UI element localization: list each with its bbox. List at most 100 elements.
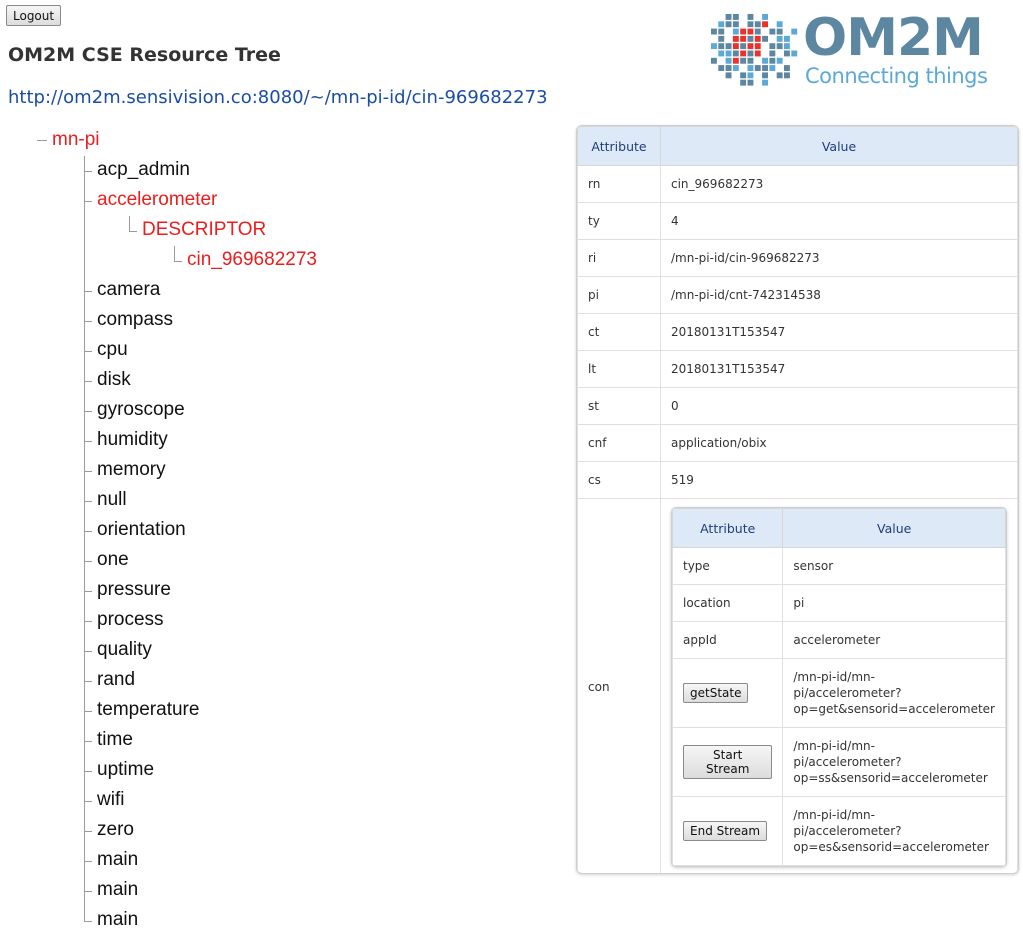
tree-connector	[84, 531, 92, 532]
con-attribute-row: type sensor	[672, 547, 1006, 585]
tree-node-null[interactable]: null	[97, 488, 127, 512]
tree-root-node[interactable]: mn-pi	[52, 128, 100, 152]
logo-pixel	[754, 21, 761, 28]
tree-node-compass[interactable]: compass	[97, 308, 173, 332]
tree-connector	[84, 741, 92, 742]
logo-pixel	[732, 28, 739, 35]
logo-pixel	[725, 57, 732, 64]
operation-url-line: /mn-pi-id/mn-	[793, 670, 875, 684]
logo-pixel	[740, 57, 747, 64]
tree-connector	[84, 201, 92, 202]
tree-connector	[84, 321, 92, 322]
logo-pixel	[769, 50, 776, 57]
attribute-value: /mn-pi-id/cin-969682273	[660, 239, 1018, 277]
tree-node-uptime[interactable]: uptime	[97, 758, 154, 782]
logo-pixel	[711, 28, 717, 35]
tree-connector	[84, 711, 92, 712]
operation-url-line: op=get&sensorid=accelerometer	[793, 702, 995, 716]
tree-node-temperature[interactable]: temperature	[97, 698, 199, 722]
attribute-table: Attribute Value rn cin_969682273 ty 4 ri/mn-…	[577, 126, 1018, 873]
attribute-name: type	[672, 547, 784, 585]
logo-pixel	[725, 72, 732, 79]
attribute-name: location	[672, 584, 784, 622]
tree-connector	[84, 351, 92, 352]
tree-node-main[interactable]: main	[97, 878, 138, 902]
tree-connector	[84, 591, 92, 592]
logo-pixel	[776, 35, 783, 42]
tree-node-zero[interactable]: zero	[97, 818, 134, 842]
tree-node-camera[interactable]: camera	[97, 278, 160, 302]
tree-node-orientation[interactable]: orientation	[97, 518, 186, 542]
logo-pixel	[784, 50, 790, 57]
tree-node-gyroscope[interactable]: gyroscope	[97, 398, 185, 422]
logo-pixel	[740, 35, 747, 42]
operation-button-cell: Start Stream	[672, 727, 784, 797]
logo-pixel	[791, 28, 798, 35]
logo-pixel	[769, 43, 776, 50]
logo-pixel	[732, 65, 739, 71]
tree-connector	[84, 471, 92, 472]
operation-row: getState/mn-pi-id/mn-pi/accelerometer? op…	[672, 658, 1006, 728]
logo-pixel	[747, 72, 754, 79]
attribute-row: cnf application/obix	[577, 424, 1018, 462]
logo-pixel	[747, 50, 754, 57]
tree-node-accelerometer[interactable]: accelerometer	[97, 188, 217, 212]
attribute-value: 20180131T153547	[660, 313, 1018, 351]
tree-node-disk[interactable]: disk	[97, 368, 131, 392]
logo-pixel	[784, 72, 790, 79]
tree-node-one[interactable]: one	[97, 548, 129, 572]
tree-node-wifi[interactable]: wifi	[97, 788, 124, 812]
start-stream-button[interactable]: Start Stream	[683, 745, 773, 779]
attribute-value: cin_969682273	[660, 165, 1018, 203]
tree-connector	[84, 441, 92, 442]
tree-node-quality[interactable]: quality	[97, 638, 152, 662]
attribute-value: 4	[660, 202, 1018, 240]
tree-node-humidity[interactable]: humidity	[97, 428, 168, 452]
logout-button[interactable]: Logout	[6, 5, 62, 26]
tree-connector	[84, 831, 92, 832]
tree-node-rand[interactable]: rand	[97, 668, 135, 692]
attribute-row: lt 20180131T153547	[577, 350, 1018, 388]
operation-url-line: /mn-pi-id/mn-	[793, 739, 875, 753]
attribute-row: pi/mn-pi-id/cnt-742314538	[577, 276, 1018, 314]
attribute-value: application/obix	[660, 424, 1018, 462]
tree-node-descriptor[interactable]: DESCRIPTOR	[142, 218, 266, 242]
operation-url-line: /mn-pi-id/mn-	[793, 808, 875, 822]
operation-url: /mn-pi-id/mn-pi/accelerometer? op=es&sens…	[782, 796, 1006, 866]
tree-connector	[84, 921, 92, 922]
tree-node-memory[interactable]: memory	[97, 458, 166, 482]
tree-connector	[37, 140, 47, 141]
tree-node-pressure[interactable]: pressure	[97, 578, 171, 602]
logo-pixel	[762, 14, 768, 20]
logo-pixel	[776, 21, 783, 28]
getstate-button[interactable]: getState	[683, 683, 749, 703]
tree-connector	[84, 891, 92, 892]
logo-pixel	[762, 65, 768, 71]
operation-button-cell: End Stream	[672, 796, 784, 866]
operation-url: /mn-pi-id/mn-pi/accelerometer? op=ss&sens…	[782, 727, 1006, 797]
tree-node-cpu[interactable]: cpu	[97, 338, 128, 362]
end-stream-button[interactable]: End Stream	[683, 821, 768, 841]
tree-node-main[interactable]: main	[97, 848, 138, 872]
resource-url-link[interactable]: http://om2m.sensivision.co:8080/~/mn-pi-…	[8, 87, 548, 108]
tree-node-acp-admin[interactable]: acp_admin	[97, 158, 190, 182]
value-column-header: Value	[782, 508, 1006, 548]
logo-pixel	[747, 14, 754, 20]
logo-pixel	[784, 65, 790, 71]
logo-pixel	[762, 72, 768, 79]
logo-pixel	[762, 79, 768, 86]
tree-connector	[174, 246, 175, 261]
con-value-cell: Attribute Value type sensor location pi appI…	[660, 498, 1018, 873]
attribute-name: st	[577, 387, 661, 425]
attribute-row: st 0	[577, 387, 1018, 425]
tree-node-time[interactable]: time	[97, 728, 133, 752]
logo-pixel	[732, 35, 739, 42]
operation-button-cell: getState	[672, 658, 784, 728]
tree-node-process[interactable]: process	[97, 608, 164, 632]
tree-node-content-instance[interactable]: cin_969682273	[187, 248, 317, 272]
logo-pixel	[740, 72, 747, 79]
logo-pixel	[769, 57, 776, 64]
logo-pixel	[776, 72, 783, 79]
tree-connector	[84, 861, 92, 862]
tree-node-main[interactable]: main	[97, 908, 138, 932]
